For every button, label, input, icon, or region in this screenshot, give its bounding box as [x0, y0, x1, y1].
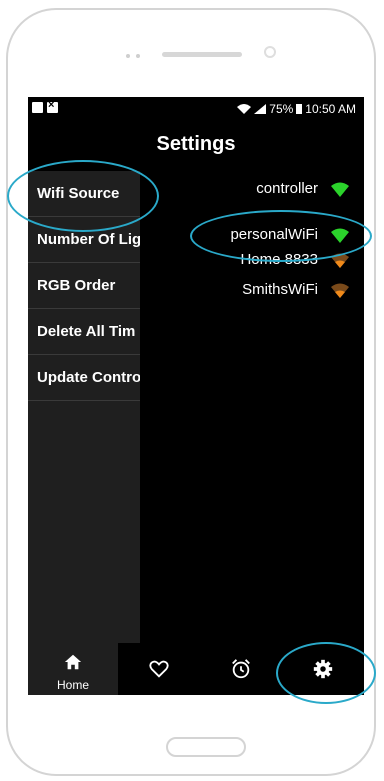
nav-timers-tab[interactable] [200, 643, 282, 695]
sidebar-item-rgb-order[interactable]: RGB Order [28, 263, 140, 309]
sensor-dots [126, 54, 140, 58]
excel-notification-icon [47, 99, 58, 113]
wifi-network-name: controller [256, 180, 318, 197]
nav-home-label: Home [56, 678, 89, 692]
wifi-signal-icon [331, 283, 349, 298]
nav-favorites-tab[interactable] [118, 643, 200, 695]
cell-signal-icon [254, 104, 267, 114]
battery-icon [296, 104, 303, 114]
battery-percent: 75% [269, 102, 294, 116]
wifi-status-icon [237, 104, 252, 114]
heart-icon [149, 660, 169, 678]
image-notification-icon [32, 102, 43, 113]
alarm-clock-icon [232, 659, 250, 679]
wifi-network-item[interactable]: controller [140, 176, 364, 201]
wifi-signal-icon [331, 182, 349, 197]
highlight-settings-tab [276, 642, 376, 704]
sidebar-item-delete-all-timers[interactable]: Delete All Tim [28, 309, 140, 355]
home-icon [64, 654, 82, 670]
hardware-home-button[interactable] [166, 737, 246, 757]
settings-sidebar: Wifi Source Number Of Lig RGB Order Dele… [28, 171, 140, 643]
status-bar: 75% 10:50 AM [28, 97, 364, 121]
page-title: Settings [156, 133, 236, 155]
highlight-wifi-source [7, 160, 159, 232]
earpiece-speaker [162, 52, 242, 57]
nav-home-tab[interactable]: Home [28, 643, 118, 695]
highlight-personal-wifi [190, 210, 372, 262]
clock-time: 10:50 AM [305, 102, 356, 116]
sidebar-item-update-controller[interactable]: Update Contro [28, 355, 140, 401]
wifi-network-name: SmithsWiFi [242, 281, 318, 298]
front-camera [264, 46, 276, 58]
wifi-network-item[interactable]: SmithsWiFi [140, 277, 364, 302]
